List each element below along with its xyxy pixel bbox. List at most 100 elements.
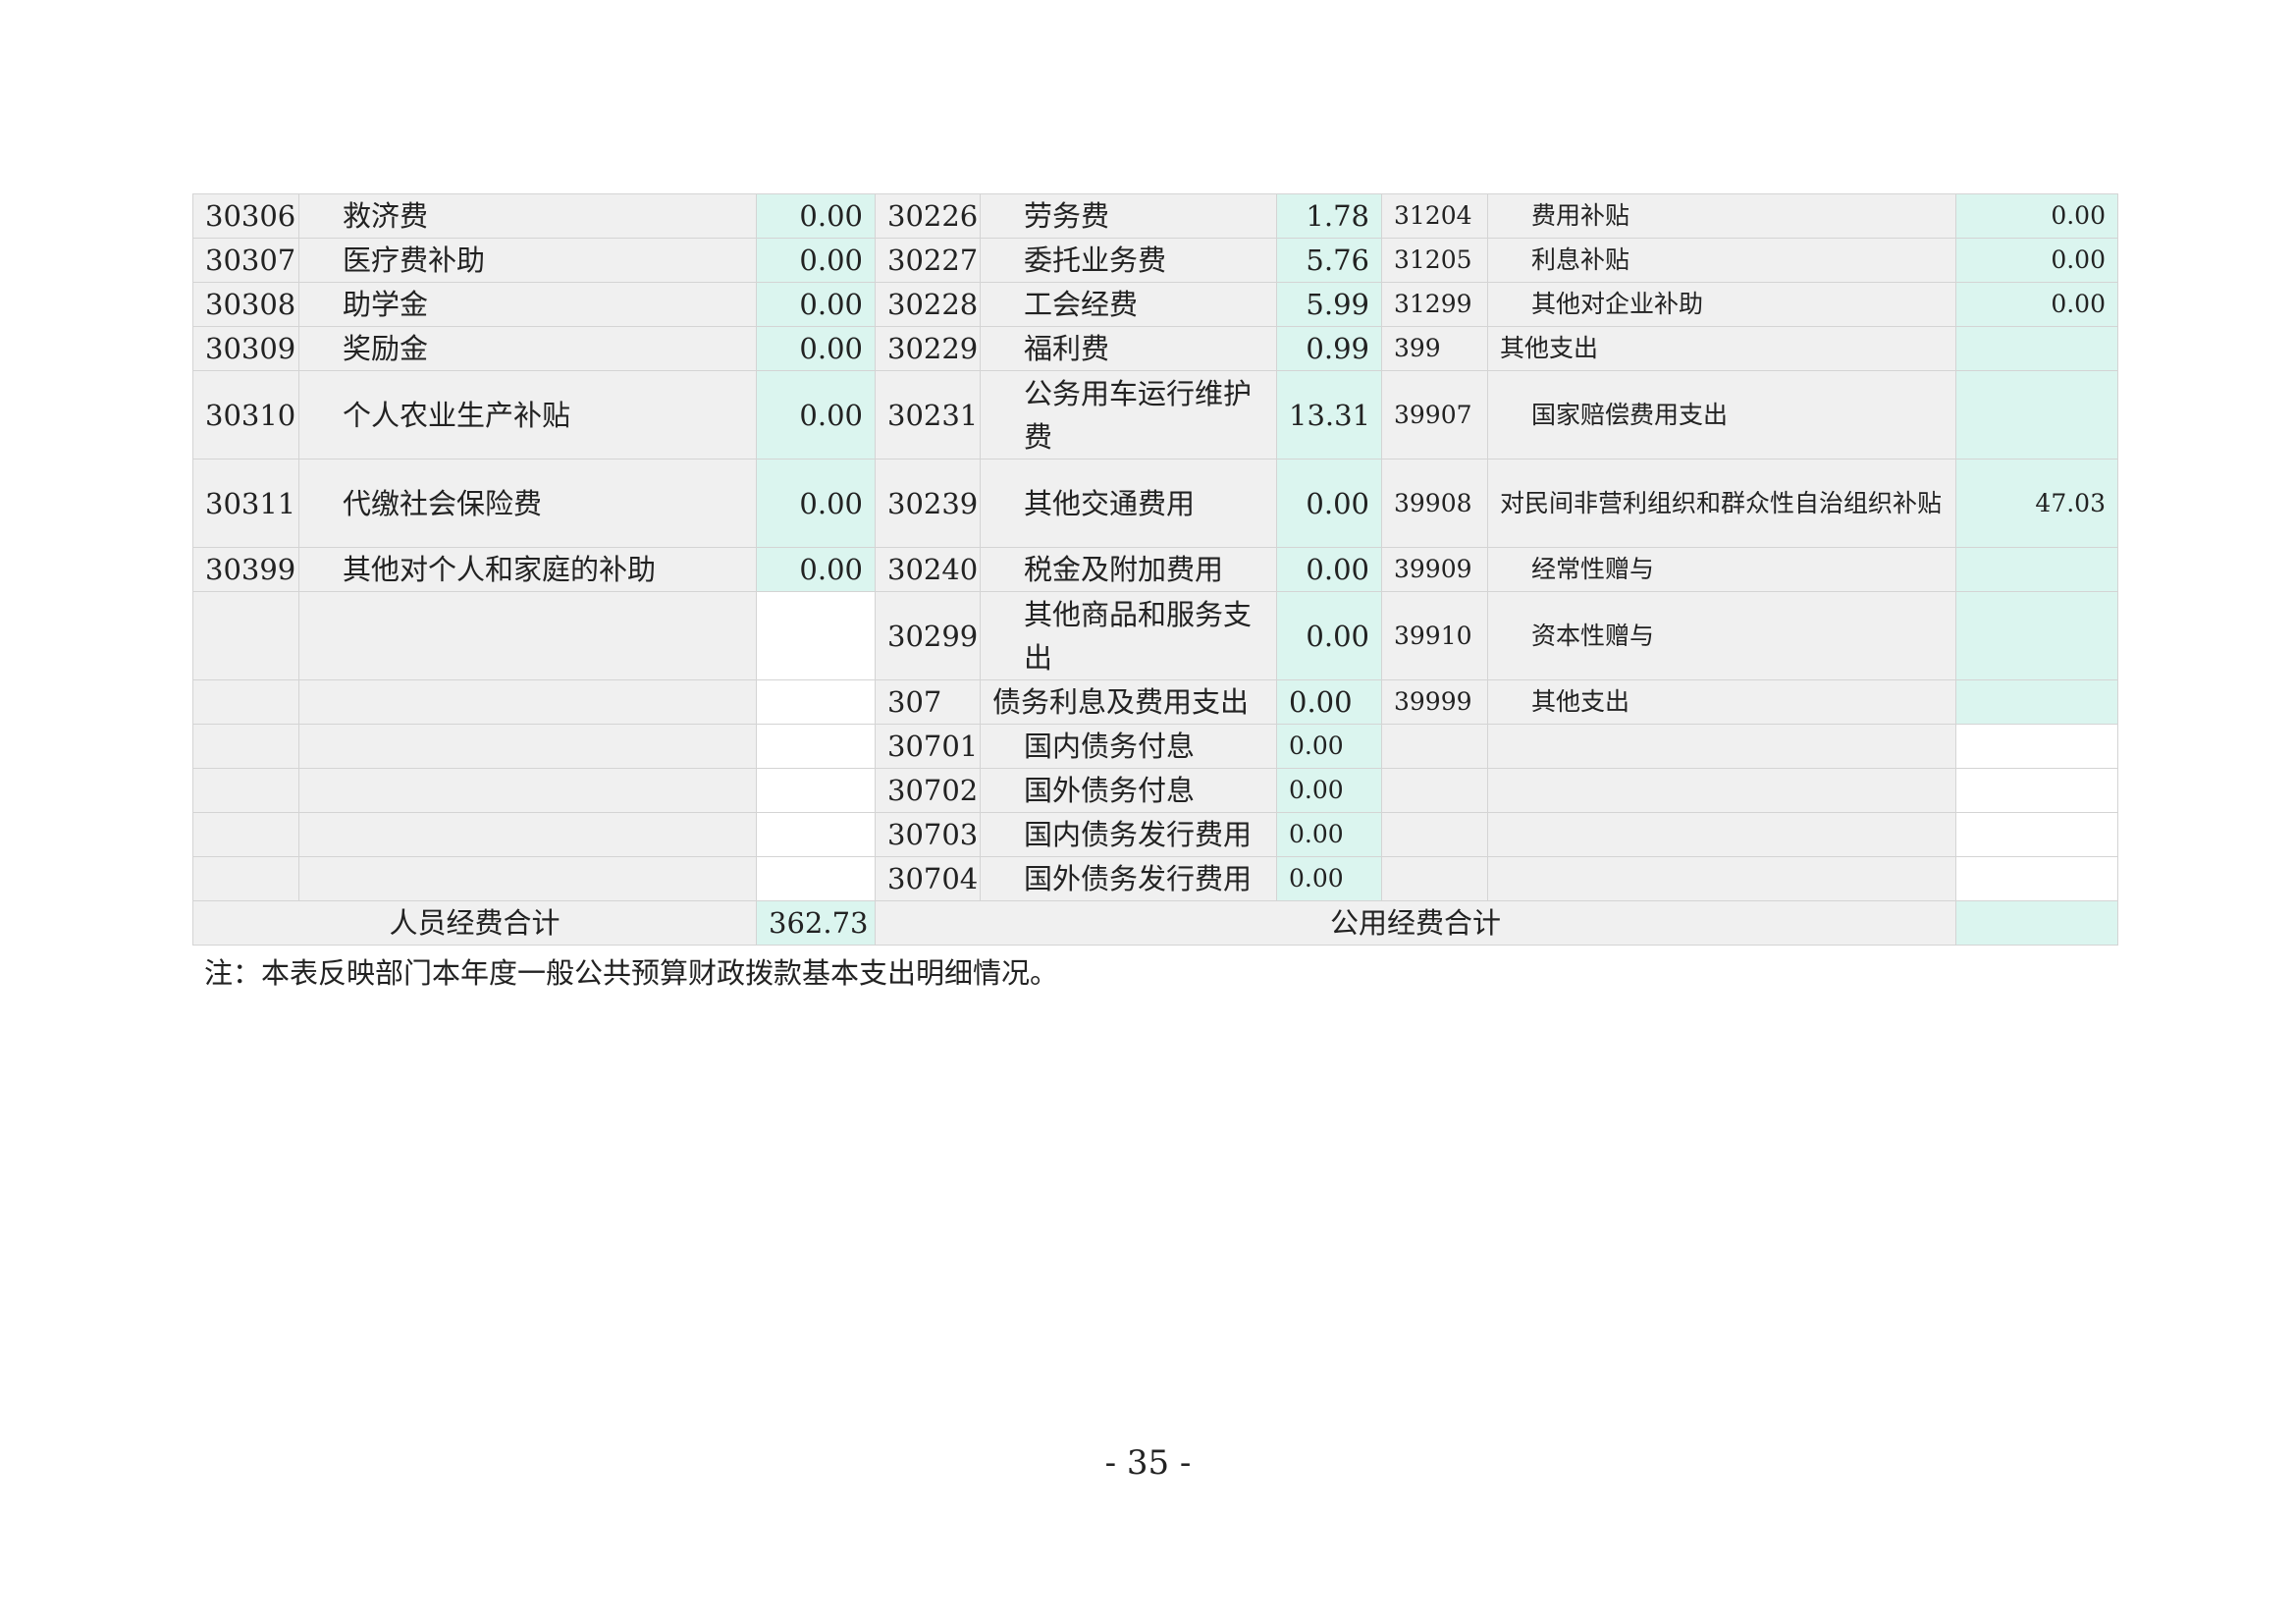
other-name-cell: 其他支出 xyxy=(1487,679,1956,725)
other-code-cell xyxy=(1381,812,1488,857)
table-row: 30703 国内债务发行费用 0.00 xyxy=(192,812,2118,857)
personnel-amount-cell xyxy=(756,768,876,813)
public-amount-cell: 0.00 xyxy=(1276,768,1382,813)
public-code-cell: 30227 xyxy=(875,238,981,283)
public-code-cell: 30704 xyxy=(875,856,981,901)
table-row: 30310 个人农业生产补贴 0.00 30231 公务用车运行维护费 13.31 3990… xyxy=(192,370,2118,460)
personnel-amount-cell: 0.00 xyxy=(756,547,876,592)
personnel-code-cell: 30307 xyxy=(192,238,299,283)
table-row: 30299 其他商品和服务支出 0.00 39910 资本性赠与 xyxy=(192,591,2118,680)
other-name-cell xyxy=(1487,856,1956,901)
personnel-name-cell xyxy=(298,679,757,725)
public-amount-cell: 13.31 xyxy=(1276,370,1382,460)
personnel-name-cell xyxy=(298,724,757,769)
other-amount-cell xyxy=(1955,547,2118,592)
personnel-total-value: 362.73 xyxy=(756,900,876,946)
other-amount-cell: 0.00 xyxy=(1955,238,2118,283)
other-name-cell xyxy=(1487,768,1956,813)
public-code-cell: 30702 xyxy=(875,768,981,813)
other-code-cell xyxy=(1381,768,1488,813)
other-amount-cell xyxy=(1955,856,2118,901)
other-amount-cell: 47.03 xyxy=(1955,459,2118,548)
personnel-code-cell xyxy=(192,724,299,769)
public-total-value xyxy=(1955,900,2118,946)
personnel-name-cell xyxy=(298,591,757,680)
public-name-cell: 其他交通费用 xyxy=(980,459,1277,548)
personnel-code-cell: 30311 xyxy=(192,459,299,548)
public-total-label: 公用经费合计 xyxy=(875,900,1956,946)
personnel-name-cell: 助学金 xyxy=(298,282,757,327)
personnel-total-label: 人员经费合计 xyxy=(192,900,757,946)
personnel-amount-cell: 0.00 xyxy=(756,282,876,327)
other-amount-cell: 0.00 xyxy=(1955,282,2118,327)
totals-row: 人员经费合计 362.73 公用经费合计 xyxy=(192,900,2118,946)
personnel-amount-cell xyxy=(756,679,876,725)
other-name-cell: 费用补贴 xyxy=(1487,193,1956,239)
personnel-name-cell: 个人农业生产补贴 xyxy=(298,370,757,460)
personnel-code-cell: 30399 xyxy=(192,547,299,592)
other-name-cell: 对民间非营利组织和群众性自治组织补贴 xyxy=(1487,459,1956,548)
public-code-cell: 30703 xyxy=(875,812,981,857)
personnel-name-cell: 救济费 xyxy=(298,193,757,239)
other-name-cell: 国家赔偿费用支出 xyxy=(1487,370,1956,460)
other-name-cell: 利息补贴 xyxy=(1487,238,1956,283)
personnel-code-cell xyxy=(192,768,299,813)
other-code-cell: 39999 xyxy=(1381,679,1488,725)
other-name-cell xyxy=(1487,812,1956,857)
other-code-cell: 31205 xyxy=(1381,238,1488,283)
personnel-code-cell xyxy=(192,812,299,857)
personnel-name-cell xyxy=(298,856,757,901)
other-amount-cell xyxy=(1955,370,2118,460)
table-note: 注：本表反映部门本年度一般公共预算财政拨款基本支出明细情况。 xyxy=(204,956,1059,990)
other-code-cell: 31204 xyxy=(1381,193,1488,239)
personnel-code-cell: 30310 xyxy=(192,370,299,460)
public-name-cell: 劳务费 xyxy=(980,193,1277,239)
public-amount-cell: 0.00 xyxy=(1276,591,1382,680)
public-code-cell: 30240 xyxy=(875,547,981,592)
other-amount-cell xyxy=(1955,812,2118,857)
personnel-amount-cell xyxy=(756,856,876,901)
other-code-cell: 39908 xyxy=(1381,459,1488,548)
public-code-cell: 30228 xyxy=(875,282,981,327)
personnel-name-cell: 其他对个人和家庭的补助 xyxy=(298,547,757,592)
other-name-cell: 资本性赠与 xyxy=(1487,591,1956,680)
personnel-amount-cell: 0.00 xyxy=(756,326,876,371)
other-name-cell: 经常性赠与 xyxy=(1487,547,1956,592)
public-code-cell: 30229 xyxy=(875,326,981,371)
other-name-cell: 其他支出 xyxy=(1487,326,1956,371)
other-amount-cell xyxy=(1955,724,2118,769)
other-code-cell: 39909 xyxy=(1381,547,1488,592)
personnel-code-cell xyxy=(192,679,299,725)
other-name-cell xyxy=(1487,724,1956,769)
table-row: 307 债务利息及费用支出 0.00 39999 其他支出 xyxy=(192,679,2118,725)
other-name-cell: 其他对企业补助 xyxy=(1487,282,1956,327)
public-amount-cell: 0.00 xyxy=(1276,812,1382,857)
personnel-amount-cell: 0.00 xyxy=(756,238,876,283)
public-name-cell: 税金及附加费用 xyxy=(980,547,1277,592)
page-number: - 35 - xyxy=(1104,1443,1192,1483)
public-name-cell: 委托业务费 xyxy=(980,238,1277,283)
personnel-code-cell xyxy=(192,856,299,901)
table-row: 30308 助学金 0.00 30228 工会经费 5.99 31299 其他对企业补助 0.0… xyxy=(192,282,2118,327)
public-name-cell: 国内债务发行费用 xyxy=(980,812,1277,857)
other-amount-cell: 0.00 xyxy=(1955,193,2118,239)
table-row: 30704 国外债务发行费用 0.00 xyxy=(192,856,2118,901)
public-amount-cell: 5.99 xyxy=(1276,282,1382,327)
personnel-amount-cell xyxy=(756,812,876,857)
public-name-cell: 公务用车运行维护费 xyxy=(980,370,1277,460)
personnel-name-cell xyxy=(298,768,757,813)
other-amount-cell xyxy=(1955,679,2118,725)
public-code-cell: 307 xyxy=(875,679,981,725)
personnel-code-cell: 30308 xyxy=(192,282,299,327)
personnel-amount-cell: 0.00 xyxy=(756,370,876,460)
public-amount-cell: 0.99 xyxy=(1276,326,1382,371)
table-row: 30311 代缴社会保险费 0.00 30239 其他交通费用 0.00 39908 对民间非… xyxy=(192,459,2118,548)
personnel-amount-cell xyxy=(756,591,876,680)
personnel-name-cell: 代缴社会保险费 xyxy=(298,459,757,548)
personnel-code-cell: 30309 xyxy=(192,326,299,371)
personnel-name-cell: 医疗费补助 xyxy=(298,238,757,283)
other-amount-cell xyxy=(1955,591,2118,680)
public-amount-cell: 5.76 xyxy=(1276,238,1382,283)
other-code-cell xyxy=(1381,724,1488,769)
public-name-cell: 工会经费 xyxy=(980,282,1277,327)
